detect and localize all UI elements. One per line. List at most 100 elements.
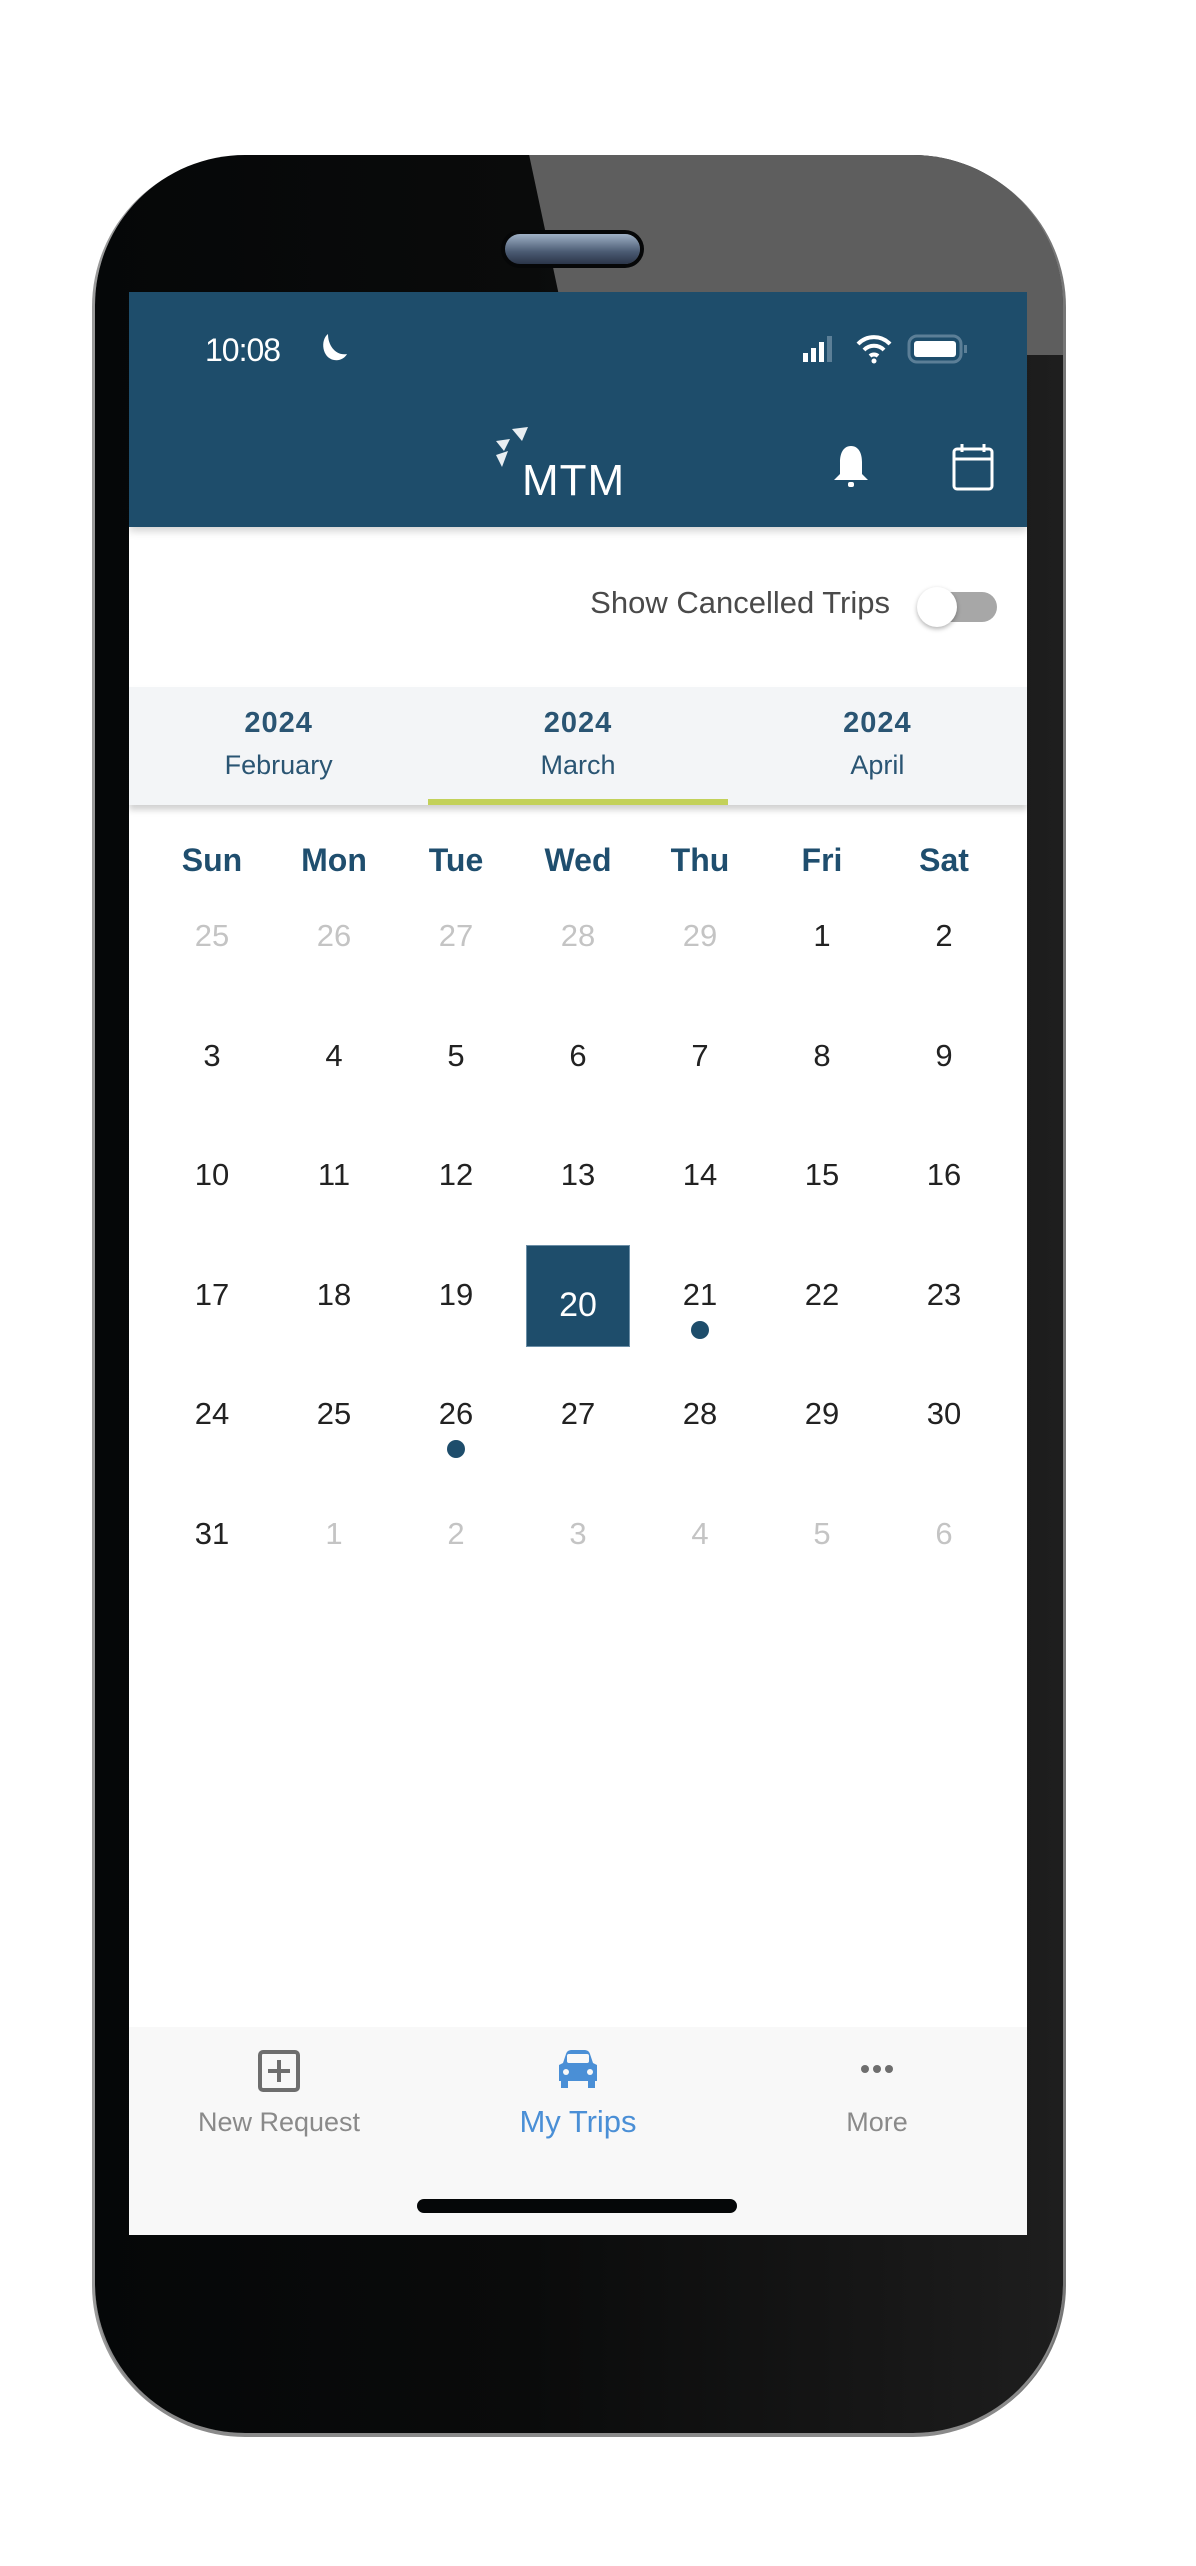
calendar-day-number: 27 [560, 1396, 596, 1431]
month-tab-april[interactable]: 2024 April [728, 687, 1027, 805]
calendar-day-number: 13 [560, 1157, 596, 1192]
calendar-day[interactable]: 2 [883, 906, 1005, 1026]
calendar-day-number: 29 [804, 1396, 840, 1431]
calendar-day[interactable]: 11 [273, 1145, 395, 1265]
calendar-day-number: 5 [447, 1037, 465, 1073]
calendar-day-number: 6 [569, 1037, 587, 1073]
calendar-day[interactable]: 31 [151, 1504, 273, 1624]
tab-label: New Request [197, 2107, 361, 2137]
calendar-day-number: 15 [804, 1157, 840, 1192]
calendar-day[interactable]: 5 [395, 1026, 517, 1146]
calendar-day[interactable]: 12 [395, 1145, 517, 1265]
weekday-label: Wed [544, 842, 612, 878]
calendar-day-number: 5 [813, 1515, 831, 1551]
calendar-week-row: 24 25 26 27 28 29 30 [151, 1384, 1005, 1504]
calendar-day[interactable]: 3 [517, 1504, 639, 1624]
calendar-day[interactable]: 8 [761, 1026, 883, 1146]
month-tab-february[interactable]: 2024 February [129, 687, 428, 805]
calendar-day-number: 2 [935, 918, 953, 953]
toggle-thumb [917, 587, 957, 627]
calendar-day[interactable]: 19 [395, 1265, 517, 1385]
weekday-label: Fri [801, 842, 843, 878]
home-indicator[interactable] [417, 2199, 737, 2213]
tab-more[interactable]: More [727, 2027, 1027, 2167]
calendar-day[interactable]: 29 [761, 1384, 883, 1504]
calendar-day-number: 2 [447, 1515, 465, 1551]
calendar-day[interactable]: 10 [151, 1145, 273, 1265]
calendar-day-number: 23 [926, 1276, 962, 1312]
calendar-day-number: 22 [804, 1276, 840, 1312]
month-tab-year: 2024 [244, 707, 313, 739]
show-cancelled-toggle[interactable] [917, 587, 997, 627]
calendar-day[interactable]: 27 [517, 1384, 639, 1504]
calendar-weeks: 25 26 27 28 29 1 2 3 4 5 6 7 8 9 10 11 12 13 14 15 16 17 18 19 2… [151, 906, 1005, 1623]
app-screen: 10:08 MTM Show Cancelled Trips 2024 Febr… [129, 292, 1027, 2235]
calendar-day[interactable]: 26 [395, 1384, 517, 1504]
calendar-day[interactable]: 25 [151, 906, 273, 1026]
moon-icon [323, 334, 347, 361]
calendar-day[interactable]: 26 [273, 906, 395, 1026]
status-icons [801, 334, 969, 364]
calendar-day-number: 27 [438, 918, 474, 953]
calendar-day[interactable]: 18 [273, 1265, 395, 1385]
calendar-day-number: 1 [325, 1515, 343, 1551]
calendar-day[interactable]: 3 [151, 1026, 273, 1146]
calendar-day-number: 16 [926, 1157, 962, 1192]
calendar-day[interactable]: 5 [761, 1504, 883, 1624]
tab-my-trips[interactable]: My Trips [428, 2027, 728, 2167]
calendar-day[interactable]: 2 [395, 1504, 517, 1624]
calendar-day[interactable]: 21 [639, 1265, 761, 1385]
calendar-day[interactable]: 1 [761, 906, 883, 1026]
tab-new-request[interactable]: New Request [129, 2027, 429, 2167]
calendar-day[interactable]: 1 [273, 1504, 395, 1624]
bell-icon[interactable] [829, 442, 873, 492]
calendar-day[interactable]: 25 [273, 1384, 395, 1504]
calendar-day-number: 7 [691, 1037, 709, 1073]
calendar-day[interactable]: 4 [273, 1026, 395, 1146]
more-dots-icon [861, 2065, 893, 2073]
calendar-day[interactable]: 24 [151, 1384, 273, 1504]
signal-icon [803, 336, 832, 362]
calendar-day[interactable]: 9 [883, 1026, 1005, 1146]
month-tab-march[interactable]: 2024 March [428, 687, 728, 805]
calendar-grid: Sun Mon Tue Wed Thu Fri Sat 25 26 27 28 29 1 2… [151, 832, 1005, 1623]
calendar-day-number: 4 [691, 1515, 709, 1551]
calendar-day-number: 10 [194, 1157, 230, 1192]
calendar-day-number: 25 [194, 918, 230, 953]
calendar-day[interactable]: 29 [639, 906, 761, 1026]
calendar-day-number: 6 [935, 1515, 953, 1551]
show-cancelled-label: Show Cancelled Trips [590, 585, 890, 620]
calendar-day[interactable]: 22 [761, 1265, 883, 1385]
calendar-day-number: 28 [682, 1396, 718, 1431]
calendar-day[interactable]: 27 [395, 906, 517, 1026]
calendar-day[interactable]: 30 [883, 1384, 1005, 1504]
battery-icon [907, 334, 967, 364]
calendar-day[interactable]: 28 [639, 1384, 761, 1504]
month-tab-month: February [224, 750, 333, 780]
month-tab-month: April [850, 750, 905, 780]
calendar-day[interactable]: 6 [883, 1504, 1005, 1624]
calendar-day[interactable]: 7 [639, 1026, 761, 1146]
calendar-day-selected[interactable]: 20 [517, 1244, 639, 1385]
weekday-label: Tue [428, 842, 484, 878]
weekday-label: Mon [301, 842, 367, 878]
calendar-day-number: 12 [438, 1157, 474, 1192]
calendar-day[interactable]: 4 [639, 1504, 761, 1624]
calendar-day[interactable]: 6 [517, 1026, 639, 1146]
calendar-day[interactable]: 16 [883, 1145, 1005, 1265]
wifi-icon [856, 335, 892, 364]
calendar-day-number: 14 [682, 1157, 718, 1192]
calendar-day[interactable]: 15 [761, 1145, 883, 1265]
calendar-day[interactable]: 23 [883, 1265, 1005, 1385]
calendar-icon[interactable] [951, 442, 995, 492]
calendar-day[interactable]: 14 [639, 1145, 761, 1265]
calendar-day[interactable]: 17 [151, 1265, 273, 1385]
weekday-header: Sun Mon Tue Wed Thu Fri Sat [151, 832, 1005, 888]
calendar-day-number: 1 [813, 918, 831, 953]
month-tab-month: March [540, 750, 616, 780]
calendar-day-number: 29 [682, 918, 718, 953]
calendar-day[interactable]: 28 [517, 906, 639, 1026]
calendar-day-number: 31 [194, 1515, 230, 1551]
calendar-day-number: 18 [316, 1276, 352, 1312]
weekday-label: Sat [919, 842, 969, 878]
